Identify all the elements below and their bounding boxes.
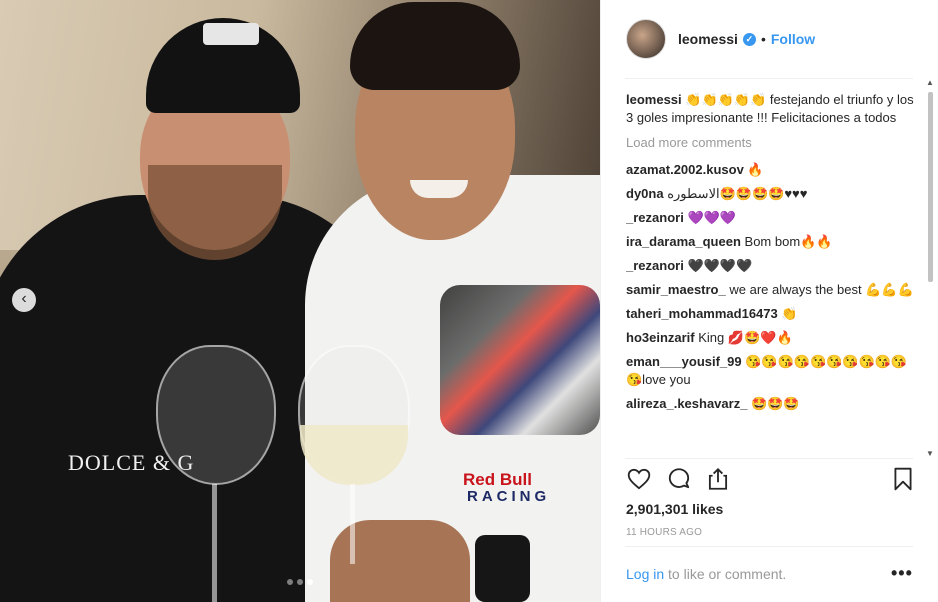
- carousel-dot-active: [307, 579, 313, 585]
- comment-item: eman___yousif_99 😘😘😘😘😘😘😘😘😘😘😘love you: [626, 353, 914, 389]
- divider: [625, 546, 913, 547]
- carousel-dot: [297, 579, 303, 585]
- comment-item: dy0na الاسطوره🤩🤩🤩🤩♥♥♥: [626, 185, 914, 203]
- comment-button[interactable]: [666, 466, 692, 494]
- comment-item: taheri_mohammad16473 👏: [626, 305, 914, 323]
- login-link[interactable]: Log in: [626, 566, 664, 582]
- shirt-graphic: [440, 285, 600, 435]
- comment-username[interactable]: ira_darama_queen: [626, 234, 741, 249]
- carousel-dot: [287, 579, 293, 585]
- verified-badge-icon: ✓: [742, 32, 756, 46]
- scrollbar-thumb[interactable]: [928, 92, 933, 282]
- red-wine-glass: [156, 345, 276, 485]
- login-prompt: Log in to like or comment.: [626, 566, 786, 582]
- comment-text: Bom bom🔥🔥: [744, 234, 833, 249]
- comment-username[interactable]: eman___yousif_99: [626, 354, 742, 369]
- comment-username[interactable]: _rezanori: [626, 210, 684, 225]
- comment-username[interactable]: alireza_.keshavarz_: [626, 396, 747, 411]
- scroll-down-arrow-icon[interactable]: ▼: [926, 449, 934, 458]
- comments-list: leomessi 👏👏👏👏👏 festejando el triunfo y l…: [626, 91, 914, 457]
- action-bar: [626, 466, 914, 496]
- header-username[interactable]: leomessi: [678, 31, 738, 47]
- comment-icon: [668, 468, 690, 489]
- right-person-smile: [410, 180, 468, 198]
- cap-logo: [203, 23, 259, 45]
- glass-stem: [350, 484, 355, 564]
- comment-username[interactable]: taheri_mohammad16473: [626, 306, 778, 321]
- avatar[interactable]: [626, 19, 666, 59]
- save-button[interactable]: [890, 466, 916, 494]
- comment-text: 🤩🤩🤩: [751, 396, 800, 411]
- wristwatch: [475, 535, 530, 602]
- comment-text: we are always the best 💪💪💪: [729, 282, 914, 297]
- comment-text: الاسطوره🤩🤩🤩🤩♥♥♥: [667, 186, 808, 201]
- comment-item: azamat.2002.kusov 🔥: [626, 161, 914, 179]
- divider: [625, 78, 913, 79]
- comment-username[interactable]: ho3einzarif: [626, 330, 695, 345]
- post-timestamp[interactable]: 11 HOURS AGO: [626, 527, 702, 538]
- right-person-hair: [350, 2, 520, 90]
- load-more-comments-button[interactable]: Load more comments: [626, 134, 914, 152]
- follow-button[interactable]: Follow: [771, 31, 815, 47]
- comment-text: 🖤🖤🖤🖤: [687, 258, 753, 273]
- likes-count[interactable]: 2,901,301 likes: [626, 501, 723, 517]
- comment-text: 👏: [781, 306, 798, 321]
- share-button[interactable]: [705, 466, 731, 494]
- comment-item: _rezanori 💜💜💜: [626, 209, 914, 227]
- comment-text: King 💋🤩❤️🔥: [698, 330, 793, 345]
- post-caption: leomessi 👏👏👏👏👏 festejando el triunfo y l…: [626, 91, 914, 127]
- more-options-button[interactable]: •••: [891, 563, 913, 584]
- comment-text: 💜💜💜: [687, 210, 736, 225]
- comment-username[interactable]: samir_maestro_: [626, 282, 726, 297]
- carousel-indicator: [287, 579, 313, 585]
- comment-item: _rezanori 🖤🖤🖤🖤: [626, 257, 914, 275]
- comment-item: ho3einzarif King 💋🤩❤️🔥: [626, 329, 914, 347]
- comments-scrollbar[interactable]: ▲ ▼: [924, 78, 936, 458]
- like-button[interactable]: [626, 466, 652, 494]
- comment-username[interactable]: azamat.2002.kusov: [626, 162, 744, 177]
- post-photo: DOLCE & G Red Bull RACING ‹: [0, 0, 600, 602]
- comment-username[interactable]: dy0na: [626, 186, 664, 201]
- login-prompt-text: to like or comment.: [664, 566, 787, 582]
- chevron-left-icon: ‹: [21, 290, 27, 307]
- share-icon: [708, 467, 728, 490]
- comment-text: 🔥: [747, 162, 764, 177]
- post-side-panel: leomessi ✓ • Follow leomessi 👏👏👏👏👏 feste…: [600, 0, 938, 602]
- bookmark-icon: [894, 467, 912, 491]
- comment-item: samir_maestro_ we are always the best 💪💪…: [626, 281, 914, 299]
- comment-item: ira_darama_queen Bom bom🔥🔥: [626, 233, 914, 251]
- shirt-brand-text: Red Bull: [463, 470, 532, 489]
- scroll-up-arrow-icon[interactable]: ▲: [926, 78, 934, 87]
- comment-item: alireza_.keshavarz_ 🤩🤩🤩: [626, 395, 914, 413]
- post-header: leomessi ✓ • Follow: [601, 0, 938, 78]
- separator-dot: •: [760, 31, 766, 47]
- shirt-racing-text: RACING: [467, 488, 551, 505]
- glass-stem: [212, 484, 217, 602]
- divider: [625, 458, 913, 459]
- heart-icon: [627, 468, 651, 490]
- comment-username[interactable]: _rezanori: [626, 258, 684, 273]
- caption-username[interactable]: leomessi: [626, 92, 682, 107]
- carousel-prev-button[interactable]: ‹: [12, 288, 36, 312]
